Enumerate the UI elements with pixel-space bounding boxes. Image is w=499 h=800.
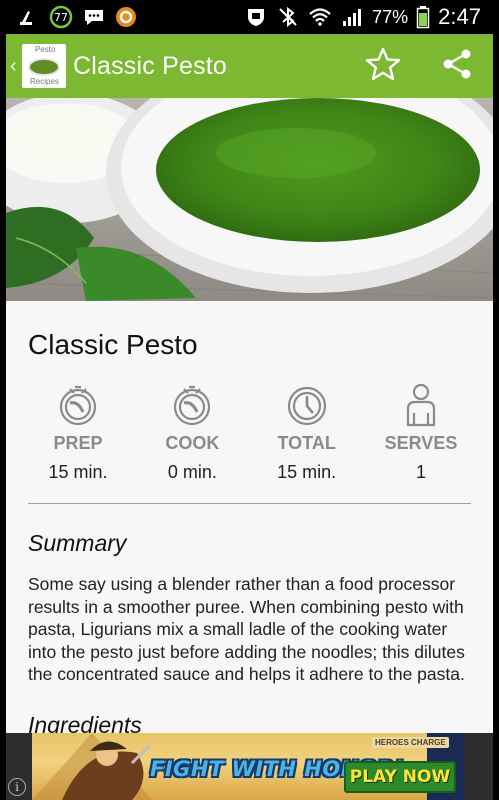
app-bar: ‹ Pesto Recipes Classic Pesto — [6, 34, 493, 98]
stat-total-label: TOTAL — [277, 433, 336, 453]
stat-cook-label: COOK — [165, 433, 220, 453]
back-chevron-icon[interactable]: ‹ — [10, 55, 22, 78]
ad-banner[interactable]: i HEROES CHARGE FIGHT WITH HONOR! PLAY N… — [6, 733, 493, 800]
status-time: 2:47 — [438, 4, 481, 29]
app-notification-icon — [114, 6, 138, 28]
chat-icon — [82, 6, 106, 28]
summary-text: Some say using a blender rather than a f… — [28, 574, 465, 684]
stat-cook-value: 0 min. — [167, 462, 217, 482]
notification-count-badge: 77 — [48, 5, 74, 29]
stat-prep-value: 15 min. — [48, 462, 108, 482]
clock-icon — [257, 381, 357, 427]
app-logo[interactable]: Pesto Recipes — [22, 44, 66, 88]
stat-serves-value: 1 — [415, 462, 426, 482]
svg-text:77: 77 — [54, 11, 68, 24]
battery-percent: 77% — [372, 6, 409, 27]
stat-prep-label: PREP — [53, 433, 103, 453]
stat-total: TOTAL 15 min. — [257, 381, 357, 483]
summary-heading: Summary — [28, 530, 127, 556]
cleaner-icon — [16, 6, 40, 28]
signal-icon — [340, 6, 364, 28]
recipe-title: Classic Pesto — [28, 329, 198, 360]
stat-prep: PREP 15 min. — [28, 381, 128, 483]
ad-creative[interactable]: HEROES CHARGE FIGHT WITH HONOR! PLAY NOW — [32, 733, 464, 800]
share-icon[interactable] — [441, 48, 473, 85]
recipe-hero-image — [6, 98, 493, 301]
stopwatch-icon — [28, 381, 128, 427]
person-icon — [371, 381, 471, 427]
ad-brand-logo: HEROES CHARGE — [372, 737, 449, 748]
stat-cook: COOK 0 min. — [142, 381, 242, 483]
ad-play-now-button[interactable]: PLAY NOW — [344, 761, 456, 793]
shield-icon — [244, 6, 268, 28]
divider — [28, 503, 471, 504]
wifi-icon — [308, 6, 332, 28]
bluetooth-off-icon — [276, 6, 300, 28]
favorite-star-icon[interactable] — [365, 47, 401, 86]
ad-info-icon[interactable]: i — [8, 778, 26, 796]
stat-total-value: 15 min. — [277, 462, 337, 482]
recipe-stats: PREP 15 min. COOK 0 min. TOTAL 15 min. S… — [28, 381, 471, 483]
app-bar-title: Classic Pesto — [73, 51, 228, 80]
status-bar: 77 77% 2:47 — [6, 0, 493, 34]
stopwatch-icon — [142, 381, 242, 427]
stat-serves: SERVES 1 — [371, 381, 471, 483]
recipe-content: Classic Pesto PREP 15 min. COOK 0 min. T… — [6, 301, 493, 738]
app-screen: 77 77% 2:47 ‹ Pesto Recipes Classic Pest… — [6, 0, 493, 800]
battery-icon — [416, 6, 430, 29]
stat-serves-label: SERVES — [384, 433, 458, 453]
